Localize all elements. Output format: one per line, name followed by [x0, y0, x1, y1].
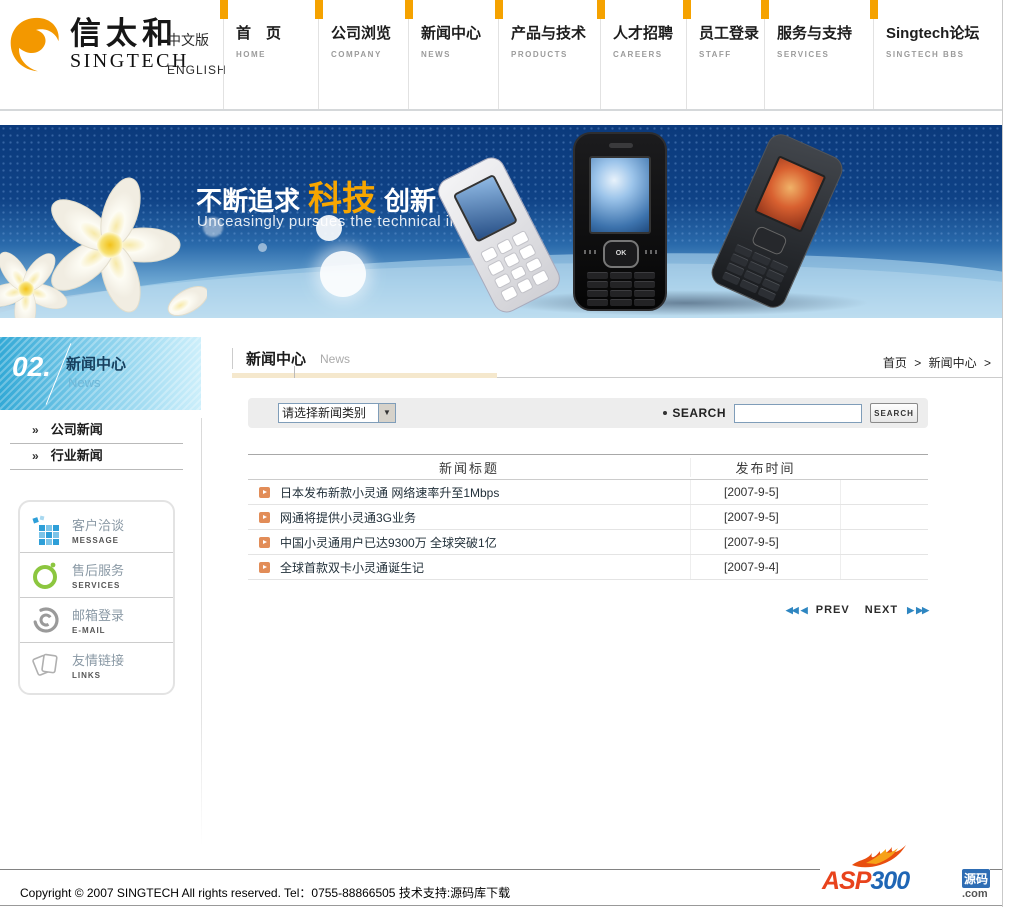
nav-item-products[interactable]: 产品与技术 PRODUCTS	[495, 0, 600, 109]
flame-icon	[852, 845, 906, 868]
chat-grid-icon	[30, 514, 62, 546]
tab-tick	[294, 366, 295, 378]
sidebar-item-industry-news[interactable]: » 行业新闻	[0, 444, 201, 470]
sidebar-section-header: 02. 新闻中心 News	[0, 337, 201, 410]
glow-circle	[320, 251, 366, 297]
search-input[interactable]	[734, 403, 862, 423]
news-date: [2007-9-5]	[690, 530, 840, 554]
nav-item-company[interactable]: 公司浏览 COMPANY	[315, 0, 408, 109]
nav-item-careers[interactable]: 人才招聘 CAREERS	[597, 0, 686, 109]
phones-image: OK	[433, 125, 925, 318]
main-nav: 首 页 HOME 公司浏览 COMPANY 新闻中心 NEWS 产品与技术 PR…	[220, 0, 1002, 109]
sidebar-services-box: 客户洽谈 MESSAGE 售后服务 SERVICES 邮箱登录 E-MAIL 友…	[18, 500, 175, 695]
nav-item-services[interactable]: 服务与支持 SERVICES	[761, 0, 873, 109]
links-cards-icon	[30, 649, 62, 681]
phones-shadow	[500, 290, 870, 316]
service-ring-icon	[30, 559, 62, 591]
prev-button[interactable]: PREV	[816, 604, 850, 616]
chevron-right-icon: »	[32, 449, 39, 463]
news-date: [2007-9-5]	[690, 505, 840, 529]
news-bullet-icon	[258, 511, 270, 523]
white-phone-image	[433, 152, 565, 318]
service-item-message[interactable]: 客户洽谈 MESSAGE	[20, 508, 173, 552]
logo[interactable]: 信太和 SINGTECH	[6, 14, 189, 76]
sidebar-subtitle: News	[68, 375, 101, 390]
sidebar-item-company-news[interactable]: » 公司新闻	[0, 418, 201, 444]
table-row: 中国小灵通用户已达9300万 全球突破1亿 [2007-9-5]	[248, 530, 928, 555]
header: 信太和 SINGTECH 中文版 ENGLISH 首 页 HOME 公司浏览 C…	[0, 0, 1002, 111]
hero-banner: 不断追求 科技 创新 Unceasingly pursues the technic…	[0, 125, 1002, 318]
black-phone-image: OK	[573, 132, 667, 311]
chevron-down-icon[interactable]: ▼	[378, 404, 395, 422]
news-title-link[interactable]: 全球首款双卡小灵通诞生记	[280, 559, 690, 576]
last-page-icon[interactable]: ▶▶	[916, 605, 929, 615]
next-page-icon[interactable]: ▶	[907, 605, 914, 615]
main-content: 新闻中心 News 首页 > 新闻中心 > 请选择新闻类别 ▼ SEARCH S…	[232, 344, 1002, 616]
news-table-header: 新闻标题 发布时间	[248, 454, 928, 480]
table-row: 网通将提供小灵通3G业务 [2007-9-5]	[248, 505, 928, 530]
news-category-select[interactable]: 请选择新闻类别 ▼	[278, 403, 396, 423]
glow-circle	[258, 243, 267, 252]
column-header-title: 新闻标题	[438, 460, 499, 476]
language-switcher: 中文版 ENGLISH	[167, 30, 227, 77]
asp300-badge[interactable]: ASP300 源码 .com	[820, 845, 990, 901]
column-header-date: 发布时间	[690, 457, 840, 477]
content-tabbar: 新闻中心 News 首页 > 新闻中心 >	[232, 344, 1002, 378]
sidebar-divider	[201, 418, 202, 846]
sidebar-title: 新闻中心	[66, 356, 127, 373]
badge-side-text: 源码 .com	[961, 869, 990, 900]
search-label: SEARCH	[672, 406, 726, 420]
news-table: 新闻标题 发布时间 日本发布新款小灵通 网络速率升至1Mbps [2007-9-…	[248, 454, 928, 580]
service-item-services[interactable]: 售后服务 SERVICES	[20, 552, 173, 597]
breadcrumb-current[interactable]: 新闻中心	[929, 356, 977, 370]
nav-item-staff[interactable]: 员工登录 STAFF	[683, 0, 764, 109]
page: 信太和 SINGTECH 中文版 ENGLISH 首 页 HOME 公司浏览 C…	[0, 0, 1003, 907]
news-date: [2007-9-4]	[690, 555, 840, 579]
copyright-text: Copyright © 2007 SINGTECH All rights res…	[20, 886, 511, 900]
breadcrumb-home[interactable]: 首页	[883, 356, 907, 370]
search-button[interactable]: SEARCH	[870, 403, 918, 423]
news-title-link[interactable]: 中国小灵通用户已达9300万 全球突破1亿	[280, 534, 690, 551]
bullet-dot-icon	[663, 411, 668, 415]
section-number: 02.	[12, 351, 51, 382]
chevron-right-icon: »	[32, 423, 39, 437]
lang-chinese-link[interactable]: 中文版	[167, 30, 227, 50]
tab-news-sub: News	[320, 352, 351, 366]
flower-image	[0, 177, 207, 318]
search-bar: 请选择新闻类别 ▼ SEARCH SEARCH	[248, 398, 928, 428]
nav-item-news[interactable]: 新闻中心 NEWS	[405, 0, 498, 109]
first-page-icon[interactable]: ◀◀	[786, 605, 799, 615]
nav-item-home[interactable]: 首 页 HOME	[220, 0, 318, 109]
badge-wordmark: ASP300	[822, 867, 910, 895]
sidebar-menu: » 公司新闻 » 行业新闻	[0, 418, 201, 470]
dark-phone-image	[707, 129, 847, 313]
breadcrumb: 首页 > 新闻中心 >	[882, 356, 991, 370]
news-date: [2007-9-5]	[690, 480, 840, 504]
table-row: 全球首款双卡小灵通诞生记 [2007-9-4]	[248, 555, 928, 580]
next-button[interactable]: NEXT	[865, 604, 898, 616]
tab-underline	[232, 373, 497, 378]
table-row: 日本发布新款小灵通 网络速率升至1Mbps [2007-9-5]	[248, 480, 928, 505]
mail-swirl-icon	[30, 604, 62, 636]
news-bullet-icon	[258, 561, 270, 573]
pagination: ◀◀ ◀ PREV NEXT ▶ ▶▶	[248, 604, 929, 616]
lang-english-link[interactable]: ENGLISH	[167, 63, 227, 77]
singtech-swirl-icon	[10, 17, 59, 72]
service-item-links[interactable]: 友情链接 LINKS	[20, 642, 173, 687]
prev-page-icon[interactable]: ◀	[801, 605, 808, 615]
news-bullet-icon	[258, 536, 270, 548]
service-item-email[interactable]: 邮箱登录 E-MAIL	[20, 597, 173, 642]
news-title-link[interactable]: 网通将提供小灵通3G业务	[280, 509, 690, 526]
news-category-value: 请选择新闻类别	[282, 406, 367, 420]
news-title-link[interactable]: 日本发布新款小灵通 网络速率升至1Mbps	[280, 484, 690, 501]
news-bullet-icon	[258, 486, 270, 498]
nav-item-bbs[interactable]: Singtech论坛 SINGTECH BBS	[870, 0, 1002, 109]
